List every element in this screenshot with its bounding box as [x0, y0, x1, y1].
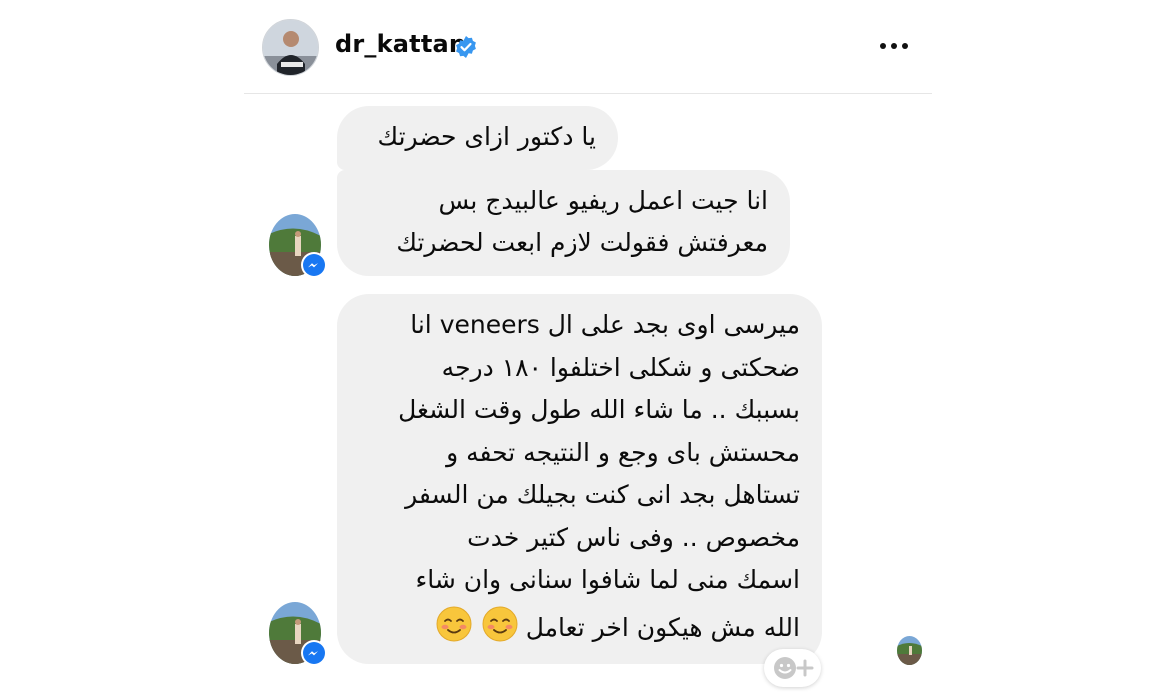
- message-line: ميرسى اوى بجد على ال veneers انا: [410, 310, 800, 339]
- message-bubble[interactable]: انا جيت اعمل ريفيو عالبيدج بس معرفتش فقو…: [337, 170, 790, 276]
- username[interactable]: dr_kattan: [335, 30, 466, 58]
- dot: [891, 43, 897, 49]
- message-text: الله مش هيكون اخر تعامل: [525, 612, 800, 642]
- verified-badge-icon: [456, 36, 476, 58]
- message-bubble[interactable]: ميرسى اوى بجد على ال veneers انا ضحكتى و…: [337, 294, 822, 664]
- dot: [902, 43, 908, 49]
- sender-avatar[interactable]: [269, 602, 327, 666]
- message-line: معرفتش فقولت لازم ابعت لحضرتك: [396, 228, 768, 257]
- message-line: يا دكتور ازاى حضرتك: [377, 122, 596, 151]
- sender-avatar[interactable]: [269, 214, 327, 278]
- message-line: مخصوص .. وفى ناس كتير خدت: [467, 522, 800, 552]
- seen-avatar: [897, 636, 922, 665]
- message-line-last: الله مش هيكون اخر تعامل ☺️☺️: [359, 606, 800, 650]
- message-bubble[interactable]: يا دكتور ازاى حضرتك: [337, 106, 618, 170]
- smiling-face-icon: [436, 606, 472, 641]
- profile-avatar[interactable]: [262, 19, 319, 76]
- message-line: تستاهل بجد انى كنت بجيلك من السفر: [405, 480, 800, 509]
- message-line: محستش باى وجع و النتيجه تحفه و: [446, 437, 800, 467]
- messenger-icon: [301, 640, 327, 666]
- dot: [880, 43, 886, 49]
- message-line: اسمك منى لما شافوا سنانى وان شاء: [415, 565, 800, 594]
- messenger-icon: [301, 252, 327, 278]
- message-line: انا جيت اعمل ريفيو عالبيدج بس: [438, 186, 768, 215]
- add-reaction-icon: [773, 657, 813, 679]
- smiling-face-icon: [482, 606, 518, 641]
- message-line: بسببك .. ما شاء الله طول وقت الشغل: [398, 395, 800, 424]
- more-options-button[interactable]: [878, 34, 910, 58]
- message-line: ضحكتى و شكلى اختلفوا ١٨٠ درجه: [441, 352, 800, 382]
- profile-photo: [263, 20, 318, 75]
- chat-header: dr_kattan: [244, 0, 932, 94]
- add-reaction-button[interactable]: [764, 649, 821, 687]
